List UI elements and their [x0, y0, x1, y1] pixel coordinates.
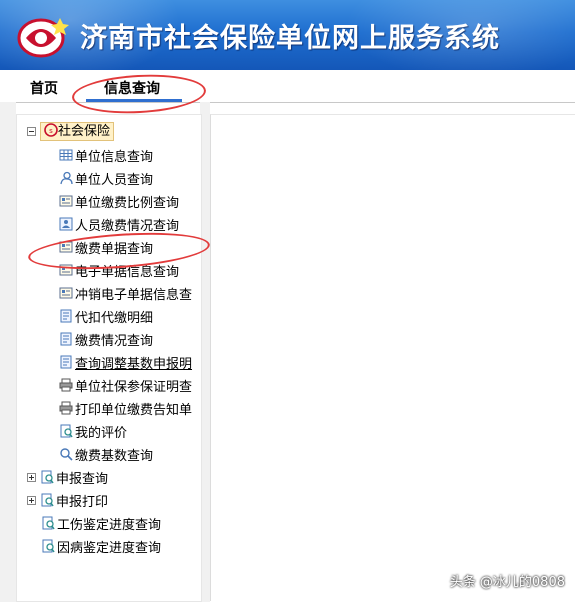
tree-item-insurance-certificate[interactable]: 单位社保参保证明查: [59, 375, 192, 395]
search-doc-icon: [60, 424, 73, 438]
tree-item-unit-info[interactable]: 单位信息查询: [59, 145, 153, 165]
tree-item-label: 查询调整基数申报明: [75, 356, 193, 372]
tree-item-label: 单位缴费比例查询: [75, 195, 180, 211]
users-icon: [60, 171, 73, 185]
svg-text:s: s: [49, 127, 53, 135]
tree-item-label: 缴费基数查询: [75, 448, 154, 464]
tree-item-label: 工伤鉴定进度查询: [57, 517, 162, 533]
tree-item-injury-appraisal[interactable]: 工伤鉴定进度查询: [41, 513, 161, 533]
tree-item-unit-staff[interactable]: 单位人员查询: [59, 168, 153, 188]
nav-home[interactable]: 首页: [30, 78, 58, 98]
social-security-logo-icon: [17, 18, 69, 58]
tree-item-base-query[interactable]: 缴费基数查询: [59, 444, 153, 464]
person-card-icon: [59, 217, 73, 231]
doc-icon: [60, 332, 72, 346]
tree-item-contribution-rate[interactable]: 单位缴费比例查询: [59, 191, 179, 211]
app-title: 济南市社会保险单位网上服务系统: [80, 23, 500, 54]
tree-item-label: 打印单位缴费告知单: [75, 402, 193, 418]
doc-icon: [60, 309, 72, 323]
tree-root-social-insurance[interactable]: s 社会保险: [27, 121, 115, 141]
tree-group-declare-print[interactable]: 申报打印: [27, 490, 108, 510]
tree-item-label: 因病鉴定进度查询: [57, 540, 162, 556]
tree-item-label: 单位信息查询: [75, 149, 154, 165]
tree-item-print-payment-notice[interactable]: 打印单位缴费告知单: [59, 398, 192, 418]
form-icon: [59, 195, 73, 207]
tree-item-my-evaluation[interactable]: 我的评价: [59, 421, 127, 441]
printer-icon: [59, 401, 73, 415]
tree-root-label: s 社会保险: [40, 121, 115, 141]
tree-group-label: 申报查询: [56, 471, 109, 487]
tree-item-label: 人员缴费情况查询: [75, 218, 180, 234]
social-insurance-icon: s: [44, 122, 58, 137]
content-pane: [210, 114, 575, 601]
doc-icon: [60, 355, 72, 369]
tree-root-text: 社会保险: [58, 123, 111, 139]
tree-item-label: 我的评价: [75, 425, 128, 441]
tree-item-label: 代扣代缴明细: [75, 310, 154, 326]
tree-item-label: 缴费情况查询: [75, 333, 154, 349]
grid-icon: [59, 149, 73, 161]
tree-item-label: 单位社保参保证明查: [75, 379, 193, 395]
tree-item-writeoff-e-receipt[interactable]: 冲销电子单据信息查: [59, 283, 192, 303]
tree-item-illness-appraisal[interactable]: 因病鉴定进度查询: [41, 536, 161, 556]
printer-icon: [59, 378, 73, 392]
app-header: 济南市社会保险单位网上服务系统: [0, 0, 575, 70]
expand-toggle[interactable]: [27, 472, 36, 482]
tree-item-person-contribution[interactable]: 人员缴费情况查询: [59, 214, 179, 234]
watermark: 头条 @冰儿的0808: [449, 575, 565, 590]
left-gutter: [0, 102, 16, 602]
sidebar-tree: s 社会保险 单位信息查询 单位人员查询 单位缴费比例查询 人员缴费情况查询 缴…: [16, 114, 202, 602]
tree-item-withholding-detail[interactable]: 代扣代缴明细: [59, 306, 153, 326]
expand-toggle[interactable]: [27, 495, 36, 505]
tree-item-label: 冲销电子单据信息查: [75, 287, 193, 303]
tree-group-declare-query[interactable]: 申报查询: [27, 467, 108, 487]
tree-group-label: 申报打印: [56, 494, 109, 510]
search-doc-icon: [42, 516, 55, 530]
tree-item-payment-status[interactable]: 缴费情况查询: [59, 329, 153, 349]
collapse-toggle[interactable]: [27, 126, 36, 136]
search-doc-icon: [41, 493, 54, 507]
tree-item-base-adjustment[interactable]: 查询调整基数申报明: [59, 352, 192, 372]
search-doc-icon: [41, 470, 54, 484]
form-icon: [59, 287, 73, 299]
tree-item-label: 单位人员查询: [75, 172, 154, 188]
search-doc-icon: [42, 539, 55, 553]
search-icon: [60, 448, 73, 461]
